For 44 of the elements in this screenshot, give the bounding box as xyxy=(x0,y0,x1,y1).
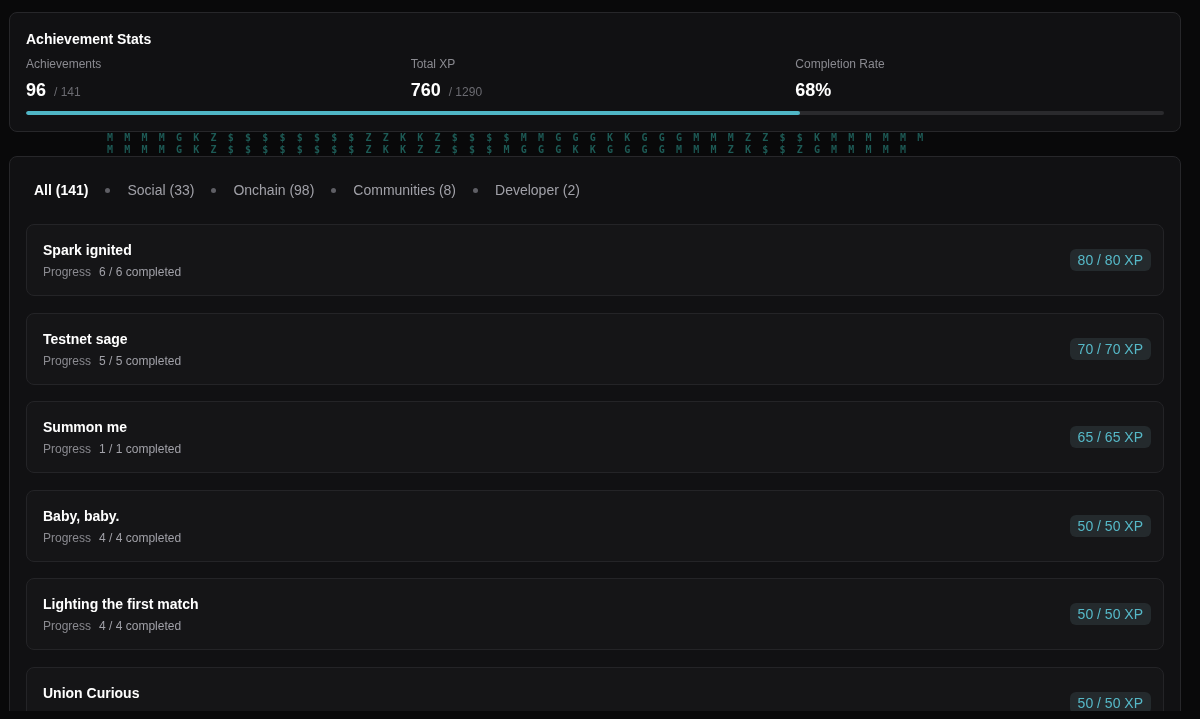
glyph-row-text: M M M M G K Z $ $ $ $ $ $ $ $ Z Z K K Z $ $ $ $ M M G G G K K G G G M M M Z Z $ $ K M M M M M M xyxy=(107,132,927,144)
xp-badge: 80 / 80 XP xyxy=(1069,249,1151,271)
filter-tab[interactable]: Social (33) xyxy=(119,176,203,204)
xp-badge: 50 / 50 XP xyxy=(1069,603,1151,626)
achievement-title: Testnet sage xyxy=(43,329,129,349)
achievement-card[interactable]: Summon me Progress 1 / 1 completed 65 / 65 XP xyxy=(26,401,1164,474)
stat-label: Total XP xyxy=(410,56,457,72)
achievement-title: Lighting the first match xyxy=(43,595,199,615)
achievement-title: Summon me xyxy=(43,418,128,438)
progress-value: 4 / 4 completed xyxy=(99,618,182,635)
stat-value: 68% xyxy=(795,79,832,102)
panel-title: Achievement Stats xyxy=(26,30,153,49)
xp-badge: 65 / 65 XP xyxy=(1069,426,1151,449)
progress-value: 6 / 6 completed xyxy=(99,264,182,280)
progress-label: Progress xyxy=(43,618,92,635)
achievement-title: Baby, baby. xyxy=(43,506,121,526)
stat-label: Achievements xyxy=(26,56,103,72)
progress-label: Progress xyxy=(43,441,92,458)
achievement-card[interactable]: Spark ignited Progress 6 / 6 completed 80 / 80 XP xyxy=(26,224,1164,296)
achievement-title: Spark ignited xyxy=(43,241,133,260)
progress-label: Progress xyxy=(43,529,92,546)
progress-label: Progress xyxy=(43,264,92,280)
filter-tab[interactable]: Onchain (98) xyxy=(225,176,323,204)
stat-value: 760 xyxy=(410,79,441,102)
progress-value: 5 / 5 completed xyxy=(99,352,182,369)
achievement-title: Union Curious xyxy=(43,683,140,703)
achievement-card[interactable]: Lighting the first match Progress 4 / 4 completed 50 / 50 XP xyxy=(26,578,1164,651)
xp-badge: 50 / 50 XP xyxy=(1069,691,1151,711)
filter-tab[interactable]: Developer (2) xyxy=(487,176,588,204)
stat-total: / 1290 xyxy=(448,84,483,100)
progress-value: 1 / 1 completed xyxy=(99,441,182,458)
progress-label: Progress xyxy=(43,352,92,369)
achievement-card[interactable]: Baby, baby. Progress 4 / 4 completed 50 / 50 XP xyxy=(26,489,1164,562)
filter-tab[interactable]: All (141) xyxy=(26,176,97,204)
stat-total: / 141 xyxy=(54,84,81,100)
stat-label: Completion Rate xyxy=(795,56,886,72)
xp-badge: 50 / 50 XP xyxy=(1069,514,1151,537)
achievement-card[interactable]: Union Curious 50 / 50 XP xyxy=(26,666,1164,711)
filter-tab[interactable]: Communities (8) xyxy=(345,176,465,204)
glyph-row-text: M M M M G K Z $ $ $ $ $ $ $ $ Z K K Z Z $ $ $ M G G G K K G G G G M M M Z K $ $ Z G M M M M M xyxy=(107,144,910,156)
stat-value: 96 xyxy=(26,79,47,102)
achievement-card[interactable]: Testnet sage Progress 5 / 5 completed 70 / 70 XP xyxy=(26,312,1164,385)
progress-value: 4 / 4 completed xyxy=(99,529,182,546)
xp-badge: 70 / 70 XP xyxy=(1069,337,1151,360)
